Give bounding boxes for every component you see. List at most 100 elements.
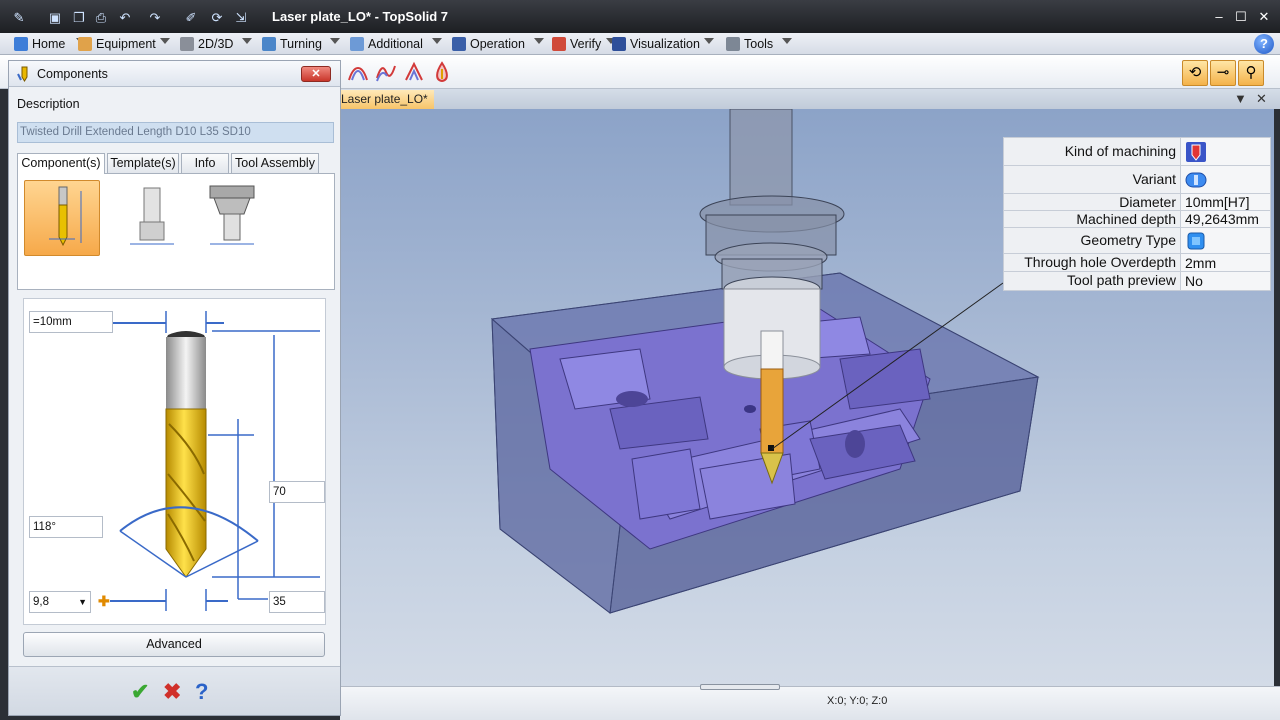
description-label: Description	[17, 97, 80, 111]
menu-2d3d[interactable]: 2D/3D	[180, 35, 233, 53]
tab-dropdown-icon[interactable]: ▼	[1234, 91, 1247, 106]
document-tab-bar: Laser plate_LO* ▼ ✕	[340, 89, 1280, 109]
prop-row-kind[interactable]: Kind of machining	[1004, 138, 1270, 166]
equipment-icon	[78, 37, 92, 51]
diameter-field[interactable]: =10mm	[29, 311, 113, 333]
tools-icon	[726, 37, 740, 51]
prop-value: No	[1185, 273, 1203, 289]
cancel-button[interactable]: ✖	[163, 681, 181, 703]
tag-icon[interactable]: ⊸	[1210, 60, 1236, 86]
chevron-down-icon[interactable]	[160, 38, 170, 44]
tab-components[interactable]: Component(s)	[17, 153, 105, 174]
tab-templates[interactable]: Template(s)	[107, 153, 179, 173]
menu-turning[interactable]: Turning	[262, 35, 322, 53]
prop-row-machined-depth[interactable]: Machined depth 49,2643mm	[1004, 211, 1270, 228]
component-thumbnails	[17, 173, 335, 290]
close-document-icon[interactable]: ✕	[1256, 91, 1267, 107]
add-icon[interactable]: ✚	[98, 593, 110, 610]
drill-tool-icon[interactable]	[1185, 141, 1207, 163]
prop-row-geometry-type[interactable]: Geometry Type	[1004, 228, 1270, 254]
save-all-icon[interactable]: ❐	[70, 9, 88, 27]
help-button[interactable]: ?	[195, 681, 208, 703]
ok-button[interactable]: ✔	[131, 681, 149, 703]
sync-icon[interactable]: ⟲	[1182, 60, 1208, 86]
tab-info[interactable]: Info	[181, 153, 229, 173]
pencil-icon[interactable]: ✐	[182, 9, 200, 27]
undo-icon[interactable]: ↶	[116, 9, 134, 27]
shape-icon	[180, 37, 194, 51]
prop-label: Through hole Overdepth	[1004, 254, 1181, 271]
extension-icon	[130, 187, 174, 245]
menu-bar: Home Equipment 2D/3D Turning Additional …	[0, 33, 1280, 55]
minimize-button[interactable]: –	[1212, 10, 1226, 24]
menu-operation[interactable]: Operation	[452, 35, 525, 53]
prop-label: Machined depth	[1004, 211, 1181, 227]
refresh-icon[interactable]: ⟳	[208, 9, 226, 27]
prop-label: Geometry Type	[1004, 228, 1181, 253]
3d-viewport[interactable]: Kind of machining Variant Diameter 10mm[…	[340, 109, 1274, 686]
drill-icon	[49, 186, 82, 247]
toolpath-drop-icon[interactable]	[430, 60, 454, 84]
thumbnail-drill[interactable]	[24, 180, 100, 256]
prop-row-toolpath-preview[interactable]: Tool path preview No	[1004, 272, 1270, 290]
geometry-type-icon[interactable]	[1185, 230, 1207, 252]
variant-icon[interactable]	[1185, 169, 1207, 191]
drill-component-icon	[17, 66, 28, 82]
chevron-down-icon[interactable]	[704, 38, 714, 44]
chevron-down-icon[interactable]	[432, 38, 442, 44]
redo-icon[interactable]: ↷	[146, 9, 164, 27]
thumbnail-extension[interactable]	[114, 180, 190, 256]
drill-sketch	[110, 311, 320, 611]
help-icon[interactable]: ?	[1254, 34, 1274, 54]
toolpath-pocket-icon[interactable]	[402, 60, 426, 84]
chevron-down-icon[interactable]	[534, 38, 544, 44]
save-icon[interactable]: ▣	[46, 9, 64, 27]
search-tool-icon[interactable]: ⚲	[1238, 60, 1264, 86]
operation-icon	[452, 37, 466, 51]
chevron-down-icon[interactable]	[782, 38, 792, 44]
advanced-button[interactable]: Advanced	[23, 632, 325, 657]
prop-label: Kind of machining	[1004, 138, 1181, 165]
prop-label: Variant	[1004, 166, 1181, 193]
close-window-button[interactable]: ✕	[1257, 10, 1271, 24]
document-tab[interactable]: Laser plate_LO*	[340, 90, 434, 109]
turning-icon	[262, 37, 276, 51]
components-panel: Components ✕ Description Twisted Drill E…	[8, 60, 341, 716]
cutting-length-field[interactable]: 35	[269, 591, 325, 613]
menu-home[interactable]: Home	[14, 35, 65, 53]
chevron-down-icon[interactable]	[242, 38, 252, 44]
toolpath-spiral-icon[interactable]	[346, 60, 370, 84]
thumbnail-holder[interactable]	[194, 180, 270, 256]
flute-diameter-select[interactable]: 9,8 ▼	[29, 591, 91, 613]
total-length-field[interactable]: 70	[269, 481, 325, 503]
prop-value: 2mm	[1185, 254, 1217, 271]
home-icon	[14, 37, 28, 51]
prop-row-overdepth[interactable]: Through hole Overdepth 2mm	[1004, 254, 1270, 272]
prop-row-diameter[interactable]: Diameter 10mm[H7]	[1004, 194, 1270, 211]
menu-equipment[interactable]: Equipment	[78, 35, 156, 53]
menu-visualization[interactable]: Visualization	[612, 35, 700, 53]
description-field[interactable]: Twisted Drill Extended Length D10 L35 SD…	[17, 122, 334, 143]
verify-icon	[552, 37, 566, 51]
splitter-grip[interactable]	[700, 684, 780, 690]
status-bar: X:0; Y:0; Z:0	[340, 684, 1280, 720]
menu-verify[interactable]: Verify	[552, 35, 601, 53]
additional-icon	[350, 37, 364, 51]
app-menu-icon[interactable]: ✎	[10, 9, 28, 27]
panel-header: Components ✕	[9, 61, 340, 87]
prop-row-variant[interactable]: Variant	[1004, 166, 1270, 194]
menu-tools[interactable]: Tools	[726, 35, 773, 53]
prop-value: 10mm[H7]	[1185, 194, 1250, 210]
maximize-button[interactable]: ☐	[1234, 10, 1248, 24]
tool-dimension-drawing: =10mm 70 118° 9,8 ▼ ✚ 35	[23, 298, 326, 625]
toolpath-wave-icon[interactable]	[374, 60, 398, 84]
tab-tool-assembly[interactable]: Tool Assembly	[231, 153, 319, 173]
panel-close-button[interactable]: ✕	[301, 66, 331, 82]
point-angle-field[interactable]: 118°	[29, 516, 103, 538]
visualization-icon	[612, 37, 626, 51]
chevron-down-icon[interactable]	[330, 38, 340, 44]
menu-additional[interactable]: Additional	[350, 35, 423, 53]
update-icon[interactable]: ⇲	[232, 9, 250, 27]
prop-label: Tool path preview	[1004, 272, 1181, 290]
print-icon[interactable]: ⎙	[92, 9, 110, 27]
